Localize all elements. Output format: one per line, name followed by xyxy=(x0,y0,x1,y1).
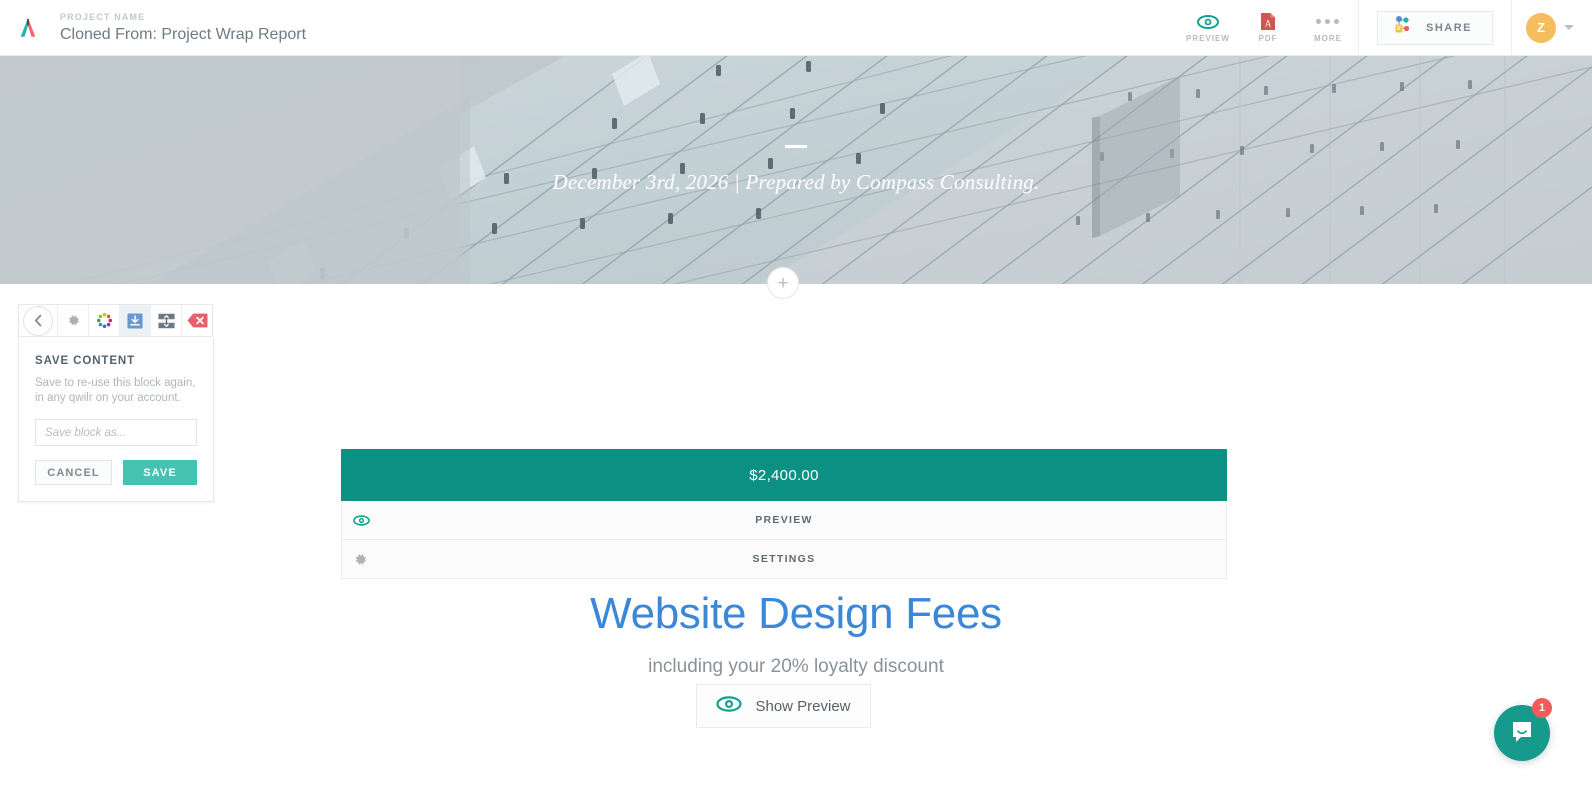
show-preview-label: Show Preview xyxy=(755,697,851,715)
share-button-label: SHARE xyxy=(1425,21,1472,34)
eye-icon xyxy=(1196,12,1219,31)
chevron-down-icon xyxy=(1564,25,1574,30)
pdf-tool-button[interactable]: A PDF xyxy=(1238,0,1298,56)
price-bar[interactable]: $2,400.00 xyxy=(341,449,1227,501)
save-block-name-input[interactable] xyxy=(35,419,197,446)
gear-icon xyxy=(353,552,368,567)
topbar-tools: PREVIEW A PDF MORE xyxy=(1178,0,1358,56)
hero-subtitle[interactable]: December 3rd, 2026 | Prepared by Compass… xyxy=(553,170,1040,195)
pdf-tool-label: PDF xyxy=(1258,34,1278,43)
plus-icon: + xyxy=(777,272,789,294)
gear-icon[interactable] xyxy=(57,305,88,336)
price-block: $2,400.00 PREVIEW SETTINGS xyxy=(341,449,1227,579)
hero-divider-rule xyxy=(785,145,807,148)
save-panel-description: Save to re-use this block again, in any … xyxy=(35,377,196,404)
qwilr-logo-icon xyxy=(20,18,36,37)
share-network-icon xyxy=(1390,14,1412,41)
top-bar: PROJECT NAME Cloned From: Project Wrap R… xyxy=(0,0,1592,56)
price-option-preview[interactable]: PREVIEW xyxy=(341,501,1227,540)
price-option-settings[interactable]: SETTINGS xyxy=(341,540,1227,579)
hero-block[interactable]: December 3rd, 2026 | Prepared by Compass… xyxy=(0,56,1592,284)
ellipsis-icon xyxy=(1316,12,1340,31)
move-resize-icon[interactable] xyxy=(150,305,181,336)
block-subline[interactable]: including your 20% loyalty discount xyxy=(0,656,1592,678)
save-button[interactable]: SAVE xyxy=(123,460,197,485)
price-option-settings-label: SETTINGS xyxy=(752,553,816,565)
share-button[interactable]: SHARE xyxy=(1376,10,1493,45)
add-block-button[interactable]: + xyxy=(767,267,799,299)
eye-icon xyxy=(353,514,370,526)
block-headline[interactable]: Website Design Fees xyxy=(0,589,1592,639)
eye-icon xyxy=(716,695,743,717)
back-chevron-icon[interactable] xyxy=(23,305,53,336)
project-meta: PROJECT NAME Cloned From: Project Wrap R… xyxy=(60,10,306,46)
project-title[interactable]: Cloned From: Project Wrap Report xyxy=(60,24,306,46)
chat-bubble-icon xyxy=(1508,717,1536,750)
price-option-preview-label: PREVIEW xyxy=(755,514,813,526)
hero-content: December 3rd, 2026 | Prepared by Compass… xyxy=(0,56,1592,284)
preview-tool-label: PREVIEW xyxy=(1186,34,1230,43)
more-tool-label: MORE xyxy=(1313,34,1342,43)
divider xyxy=(1357,0,1359,56)
save-panel-title: SAVE CONTENT xyxy=(35,355,136,367)
cancel-button[interactable]: CANCEL xyxy=(35,460,112,485)
color-wheel-icon[interactable] xyxy=(88,305,119,336)
svg-text:A: A xyxy=(1265,19,1272,29)
delete-x-icon[interactable] xyxy=(181,305,212,336)
price-amount: $2,400.00 xyxy=(749,466,819,484)
intercom-unread-badge: 1 xyxy=(1532,698,1552,718)
save-panel-actions: CANCEL SAVE xyxy=(35,460,197,485)
more-tool-button[interactable]: MORE xyxy=(1298,0,1358,56)
avatar: Z xyxy=(1526,12,1556,43)
show-preview-button[interactable]: Show Preview xyxy=(696,684,871,728)
pdf-icon: A xyxy=(1260,12,1276,31)
save-download-icon[interactable] xyxy=(119,305,150,336)
brand-logo[interactable] xyxy=(0,0,56,56)
editor-canvas: $2,400.00 PREVIEW SETTINGS Website Desig… xyxy=(0,284,1592,788)
save-content-panel: SAVE CONTENT Save to re-use this block a… xyxy=(18,337,214,502)
block-toolbar xyxy=(18,304,213,337)
project-name-label: PROJECT NAME xyxy=(60,11,146,22)
preview-tool-button[interactable]: PREVIEW xyxy=(1178,0,1238,56)
account-menu[interactable]: Z xyxy=(1512,12,1592,43)
